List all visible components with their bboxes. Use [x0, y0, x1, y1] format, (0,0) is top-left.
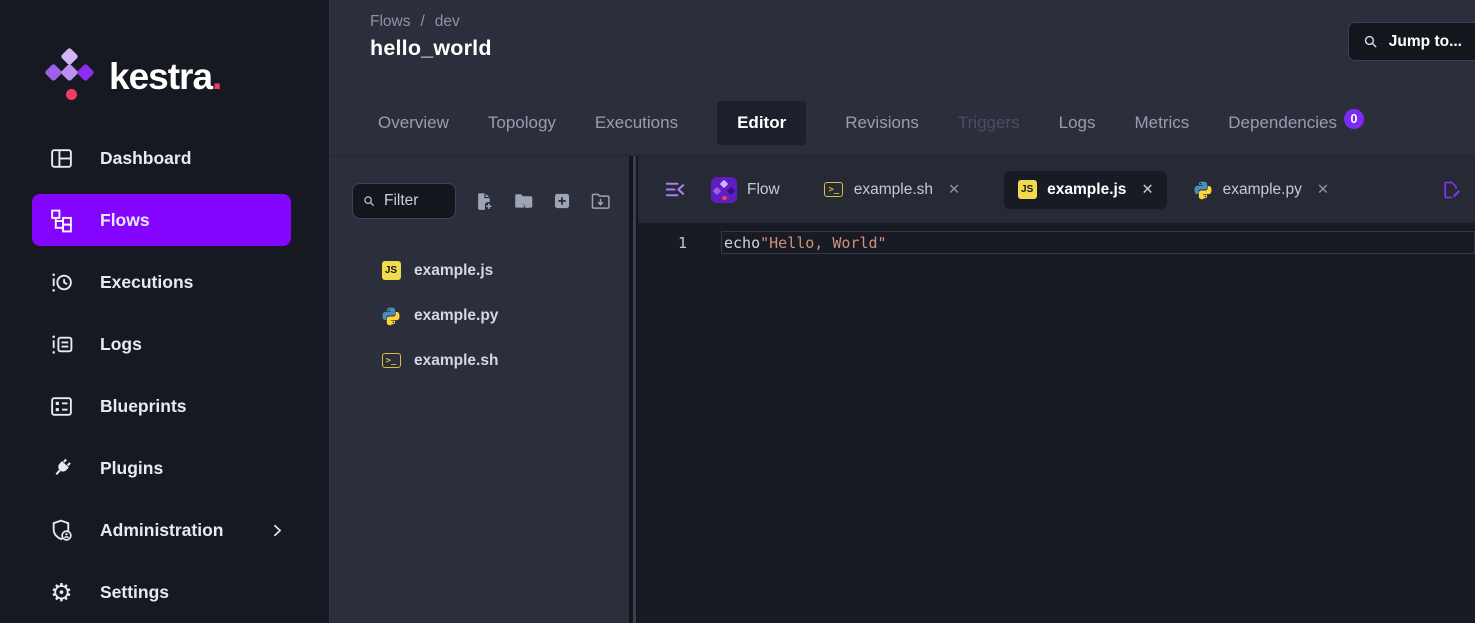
editor-tab-example-sh[interactable]: >_ example.sh ✕ — [824, 180, 960, 200]
sidebar-item-label: Executions — [100, 272, 193, 293]
sidebar-item-label: Flows — [100, 210, 150, 231]
javascript-icon: JS — [381, 261, 401, 281]
editor-tab-label: example.py — [1223, 181, 1302, 199]
flow-tab-bar: Overview Topology Executions Editor Revi… — [330, 90, 1475, 155]
python-icon — [1193, 180, 1213, 200]
executions-icon — [48, 270, 75, 295]
editor-pane: Flow >_ example.sh ✕ JS example.js ✕ — [638, 156, 1475, 623]
terminal-icon: >_ — [824, 180, 844, 200]
collapse-sidebar-icon[interactable] — [664, 178, 687, 201]
sidebar-item-logs[interactable]: Logs — [0, 313, 329, 375]
close-icon[interactable]: ✕ — [1141, 182, 1153, 198]
tab-metrics[interactable]: Metrics — [1135, 113, 1190, 133]
sidebar-item-dashboard[interactable]: Dashboard — [0, 127, 329, 189]
tab-revisions[interactable]: Revisions — [845, 113, 919, 133]
sidebar-item-plugins[interactable]: Plugins — [0, 437, 329, 499]
sidebar-item-administration[interactable]: Administration — [0, 499, 329, 561]
editor-tab-bar: Flow >_ example.sh ✕ JS example.js ✕ — [638, 156, 1475, 223]
file-row-example-sh[interactable]: >_ example.sh — [330, 338, 629, 383]
logs-icon — [48, 332, 75, 357]
kestra-logo[interactable]: kestra. — [0, 0, 329, 119]
file-row-example-js[interactable]: JS example.js — [330, 248, 629, 293]
brand-wordmark: kestra. — [109, 56, 221, 98]
add-square-icon[interactable] — [552, 191, 572, 211]
tab-editor[interactable]: Editor — [717, 101, 806, 145]
current-line-highlight: echo "Hello, World" — [721, 231, 1475, 254]
sidebar-item-label: Settings — [100, 582, 169, 603]
new-file-icon[interactable] — [474, 191, 495, 212]
page-header: Flows / dev hello_world Jump to... — [330, 0, 1475, 90]
tab-executions[interactable]: Executions — [595, 113, 678, 133]
terminal-icon: >_ — [381, 351, 401, 371]
sidebar-item-flows[interactable]: Flows — [32, 194, 291, 246]
tab-topology[interactable]: Topology — [488, 113, 556, 133]
dependencies-count-badge: 0 — [1344, 109, 1364, 129]
kestra-logo-icon — [46, 49, 96, 105]
tab-logs[interactable]: Logs — [1059, 113, 1096, 133]
editor-tab-example-js[interactable]: JS example.js ✕ — [1004, 171, 1166, 209]
file-explorer-toolbar — [330, 156, 629, 219]
file-row-example-py[interactable]: example.py — [330, 293, 629, 338]
sidebar-item-label: Plugins — [100, 458, 163, 479]
search-icon — [1362, 33, 1379, 50]
file-list: JS example.js example.py >_ example.sh — [330, 248, 629, 383]
administration-icon — [48, 518, 75, 543]
sidebar: kestra. Dashboard Flows — [0, 0, 330, 623]
breadcrumb-separator: / — [420, 13, 424, 31]
sidebar-item-settings[interactable]: ⚙ Settings — [0, 561, 329, 623]
code-token-string: "Hello, World" — [760, 234, 886, 252]
edit-file-icon[interactable] — [1441, 180, 1461, 200]
editor-tab-label: example.sh — [854, 181, 933, 199]
sidebar-item-executions[interactable]: Executions — [0, 251, 329, 313]
page-title: hello_world — [370, 36, 1475, 61]
dashboard-icon — [48, 146, 75, 171]
main-area: Flows / dev hello_world Jump to... Overv… — [330, 0, 1475, 623]
python-icon — [381, 306, 401, 326]
sidebar-item-label: Logs — [100, 334, 142, 355]
blueprints-icon — [48, 394, 75, 419]
javascript-icon: JS — [1017, 180, 1037, 200]
line-number: 1 — [638, 234, 721, 252]
search-icon — [362, 194, 376, 208]
close-icon[interactable]: ✕ — [948, 182, 960, 198]
tab-overview[interactable]: Overview — [378, 113, 449, 133]
breadcrumb-namespace[interactable]: dev — [435, 13, 460, 31]
filter-input[interactable] — [384, 192, 442, 210]
file-name: example.sh — [414, 352, 498, 370]
breadcrumb: Flows / dev — [370, 13, 1475, 31]
editor-tab-label: Flow — [747, 181, 780, 199]
sidebar-item-blueprints[interactable]: Blueprints — [0, 375, 329, 437]
chevron-right-icon — [268, 522, 285, 539]
jump-to-label: Jump to... — [1389, 33, 1462, 51]
close-icon[interactable]: ✕ — [1317, 182, 1329, 198]
code-editor[interactable]: 1 echo "Hello, World" — [638, 223, 1475, 623]
new-folder-icon[interactable] — [513, 191, 534, 212]
settings-icon: ⚙ — [48, 580, 75, 605]
panel-splitter[interactable] — [629, 156, 638, 623]
editor-content: JS example.js example.py >_ example.sh — [330, 155, 1475, 623]
tab-triggers: Triggers — [958, 113, 1020, 133]
plugins-icon — [48, 456, 75, 481]
file-name: example.js — [414, 262, 493, 280]
file-explorer-panel: JS example.js example.py >_ example.sh — [330, 156, 629, 623]
sidebar-nav: Dashboard Flows — [0, 127, 329, 623]
file-name: example.py — [414, 307, 498, 325]
editor-tab-flow[interactable]: Flow — [711, 177, 780, 203]
kestra-flow-icon — [711, 177, 737, 203]
export-folder-icon[interactable] — [590, 191, 611, 212]
breadcrumb-flows[interactable]: Flows — [370, 13, 410, 31]
sidebar-item-label: Administration — [100, 520, 223, 541]
code-line-1: 1 echo "Hello, World" — [638, 231, 1475, 254]
sidebar-item-label: Blueprints — [100, 396, 187, 417]
sidebar-item-label: Dashboard — [100, 148, 191, 169]
editor-tab-label: example.js — [1047, 181, 1126, 199]
filter-box[interactable] — [352, 183, 456, 219]
tab-dependencies[interactable]: Dependencies 0 — [1228, 113, 1364, 133]
editor-tab-example-py[interactable]: example.py ✕ — [1193, 180, 1329, 200]
flows-icon — [48, 208, 75, 233]
code-token-command: echo — [724, 234, 760, 252]
jump-to-button[interactable]: Jump to... — [1348, 22, 1475, 61]
